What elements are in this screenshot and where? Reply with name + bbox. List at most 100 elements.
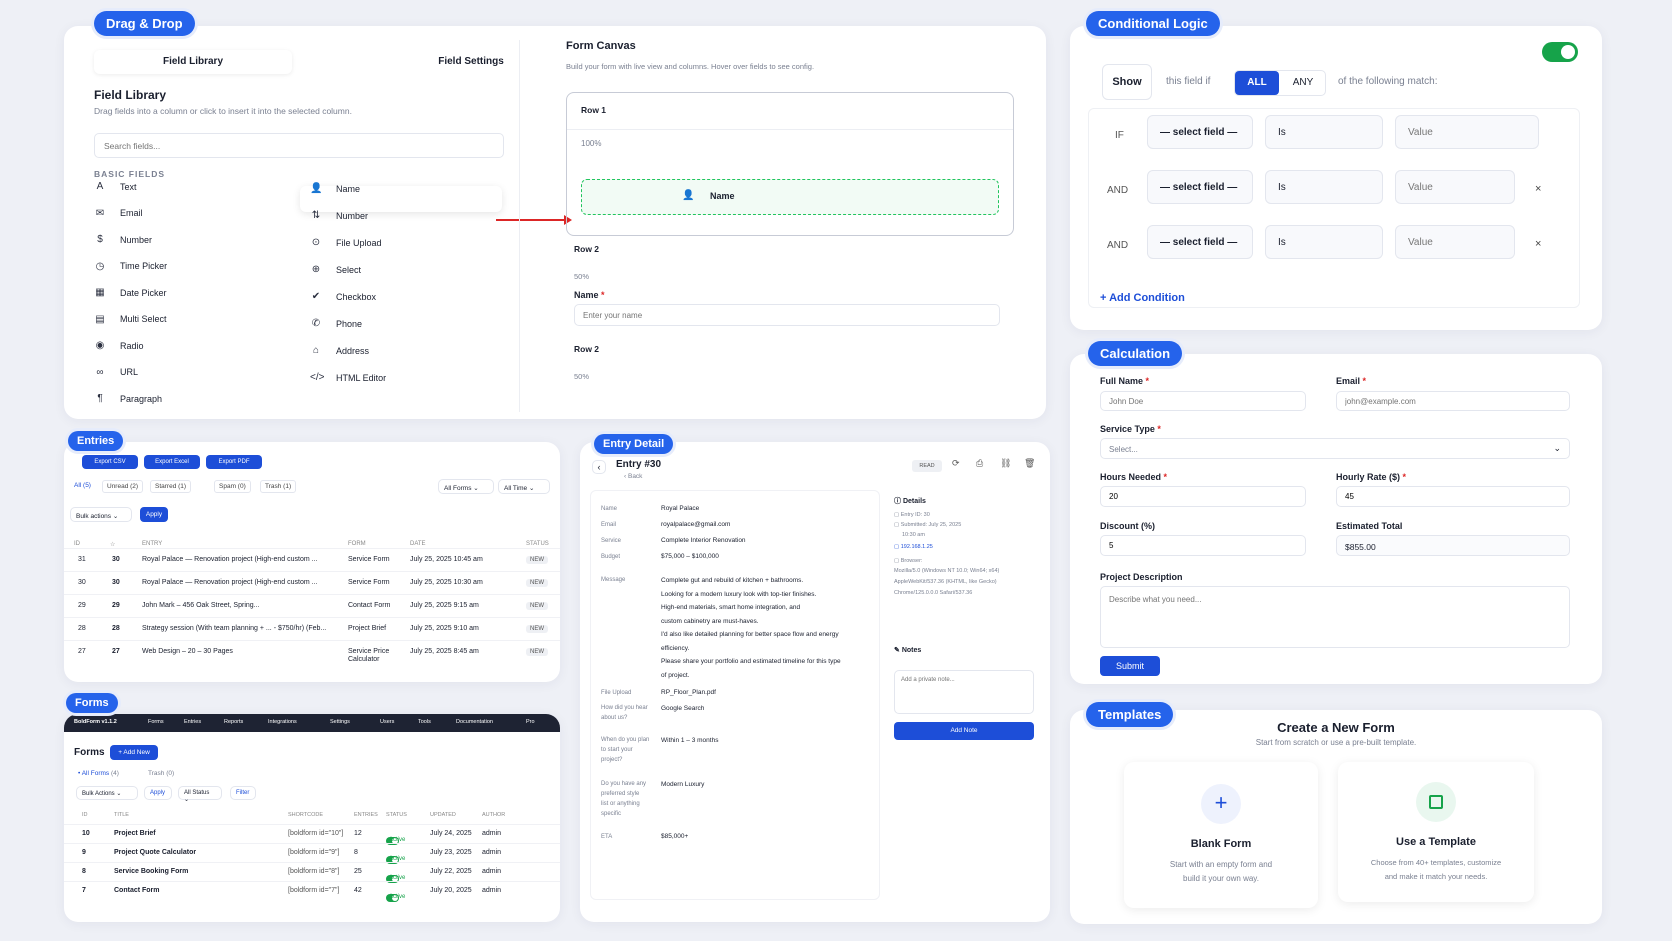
add-note-button[interactable]: Add Note: [894, 722, 1034, 740]
table-row[interactable]: 29 29 John Mark – 456 Oak Street, Spring..…: [64, 594, 560, 616]
nav-settings[interactable]: Settings: [330, 719, 350, 725]
export-excel-button[interactable]: Export Excel: [144, 455, 200, 469]
condition-value-input[interactable]: Value: [1395, 225, 1515, 259]
field-item-multi-select[interactable]: ▤ Multi Select: [94, 314, 166, 325]
filter-button[interactable]: Filter: [230, 786, 256, 800]
field-item-number[interactable]: $ Number: [94, 234, 152, 245]
tab-field-library[interactable]: Field Library: [94, 50, 292, 74]
filter-starred-1[interactable]: Starred (1): [150, 480, 192, 493]
filter-all-5[interactable]: All (5): [70, 480, 95, 491]
add-new-button[interactable]: + Add New: [110, 745, 158, 760]
trash-icon[interactable]: 🗑: [1024, 458, 1035, 469]
back-link[interactable]: ‹ Back: [624, 473, 642, 480]
enable-toggle[interactable]: [1542, 42, 1578, 62]
field-item-number[interactable]: ⇅ Number: [310, 210, 368, 221]
field-item-text[interactable]: A Text: [94, 181, 137, 192]
email-input[interactable]: [1336, 391, 1570, 411]
cell-entry: John Mark – 456 Oak Street, Spring...: [142, 602, 260, 609]
back-arrow-button[interactable]: ‹: [592, 460, 606, 474]
table-row[interactable]: 10 Project Brief [boldform id="10"] 12 Activ…: [64, 824, 560, 845]
field-item-checkbox[interactable]: ✔ Checkbox: [310, 291, 376, 302]
table-row[interactable]: 30 30 Royal Palace — Renovation project (H…: [64, 571, 560, 593]
field-item-address[interactable]: ⌂ Address: [310, 345, 369, 356]
full-name-input[interactable]: [1100, 391, 1306, 411]
all-button[interactable]: ALL: [1235, 71, 1279, 95]
blank-form-card[interactable]: + Blank Form Start with an empty form an…: [1124, 762, 1318, 908]
filter-trash-1[interactable]: Trash (1): [260, 480, 297, 493]
refresh-icon[interactable]: ⟳: [952, 458, 960, 469]
forms-apply-button[interactable]: Apply: [144, 786, 172, 800]
field-item-file-upload[interactable]: ⊙ File Upload: [310, 237, 382, 248]
plus-icon: +: [1201, 784, 1241, 824]
field-item-email[interactable]: ✉ Email: [94, 208, 143, 219]
condition-field-select[interactable]: — select field —: [1147, 170, 1253, 204]
field-item-time-picker[interactable]: ◷ Time Picker: [94, 261, 168, 272]
print-icon[interactable]: ⎙: [976, 458, 983, 469]
apply-button[interactable]: Apply: [140, 507, 168, 522]
condition-field-select[interactable]: — select field —: [1147, 225, 1253, 259]
table-row[interactable]: 31 30 Royal Palace — Renovation project (H…: [64, 548, 560, 570]
service-type-select[interactable]: Select... ⌄: [1100, 438, 1570, 459]
use-template-card[interactable]: Use a Template Choose from 40+ templates…: [1338, 762, 1534, 902]
all-status-select[interactable]: All Status ⌄: [178, 786, 222, 803]
trash-filter[interactable]: Trash (0): [148, 770, 174, 777]
nav-reports[interactable]: Reports: [224, 719, 243, 725]
nav-users[interactable]: Users: [380, 719, 394, 725]
nav-forms[interactable]: Forms: [148, 719, 164, 725]
any-button[interactable]: ANY: [1281, 71, 1325, 95]
private-note-textarea[interactable]: [894, 670, 1034, 714]
all-time-select[interactable]: All Time ⌄: [498, 479, 550, 494]
add-condition-button[interactable]: + Add Condition: [1100, 292, 1185, 304]
table-row[interactable]: 7 Contact Form [boldform id="7"] 42 Active Ju…: [64, 881, 560, 902]
nav-boldform-v1-1-2[interactable]: BoldForm v1.1.2: [74, 719, 117, 725]
show-select[interactable]: Show: [1102, 64, 1152, 100]
all-forms-filter[interactable]: • All Forms (4): [78, 770, 119, 777]
tab-field-settings[interactable]: Field Settings: [372, 50, 570, 74]
export-csv-button[interactable]: Export CSV: [82, 455, 138, 469]
table-row[interactable]: 27 27 Web Design – 20 – 30 Pages Service Pr…: [64, 640, 560, 663]
field-item-select[interactable]: ⊕ Select: [310, 264, 361, 275]
remove-condition-icon[interactable]: ×: [1535, 238, 1541, 250]
filter-spam-0[interactable]: Spam (0): [214, 480, 251, 493]
bulk-actions-select[interactable]: Bulk actions ⌄: [70, 507, 132, 522]
condition-field-select[interactable]: — select field —: [1147, 115, 1253, 149]
drag-arrow-icon: [496, 215, 572, 225]
condition-value-input[interactable]: Value: [1395, 170, 1515, 204]
hourly-rate-input[interactable]: [1336, 486, 1570, 507]
table-row[interactable]: 8 Service Booking Form [boldform id="8"] 25…: [64, 862, 560, 883]
field-item-paragraph[interactable]: ¶ Paragraph: [94, 393, 162, 404]
project-description-textarea[interactable]: [1100, 586, 1570, 648]
all-forms-select[interactable]: All Forms ⌄: [438, 479, 494, 494]
nav-entries[interactable]: Entries: [184, 719, 201, 725]
table-row[interactable]: 9 Project Quote Calculator [boldform id="9…: [64, 843, 560, 864]
link-icon[interactable]: ⛓: [1000, 458, 1011, 469]
forms-bulk-select[interactable]: Bulk Actions ⌄: [76, 786, 138, 800]
discount-input[interactable]: [1100, 535, 1306, 556]
condition-value-input[interactable]: Value: [1395, 115, 1539, 149]
name-input[interactable]: [574, 304, 1000, 326]
cell-form: Service Form: [348, 579, 390, 586]
condition-operator-select[interactable]: Is: [1265, 115, 1383, 149]
field-item-date-picker[interactable]: ▦ Date Picker: [94, 287, 166, 298]
nav-pro[interactable]: Pro: [526, 719, 535, 725]
condition-operator-select[interactable]: Is: [1265, 170, 1383, 204]
nav-documentation[interactable]: Documentation: [456, 719, 493, 725]
condition-operator-select[interactable]: Is: [1265, 225, 1383, 259]
table-row[interactable]: 28 28 Strategy session (With team planning…: [64, 617, 560, 639]
filter-unread-2[interactable]: Unread (2): [102, 480, 144, 493]
field-item-phone[interactable]: ✆ Phone: [310, 318, 362, 329]
field-item-name[interactable]: 👤 Name: [310, 183, 360, 194]
field-item-radio[interactable]: ◉ Radio: [94, 340, 144, 351]
field-item-html-editor[interactable]: </> HTML Editor: [310, 372, 386, 383]
row-1-container[interactable]: Row 1 100% 👤 Name: [566, 92, 1014, 236]
export-pdf-button[interactable]: Export PDF: [206, 455, 262, 469]
nav-integrations[interactable]: Integrations: [268, 719, 297, 725]
nav-tools[interactable]: Tools: [418, 719, 431, 725]
submit-button[interactable]: Submit: [1100, 656, 1160, 676]
drop-zone[interactable]: 👤 Name: [581, 179, 999, 215]
remove-condition-icon[interactable]: ×: [1535, 183, 1541, 195]
ip-address[interactable]: ▢ 192.168.1.25: [894, 544, 933, 550]
field-item-url[interactable]: ∞ URL: [94, 367, 138, 378]
search-fields-input[interactable]: [94, 133, 504, 158]
hours-input[interactable]: [1100, 486, 1306, 507]
